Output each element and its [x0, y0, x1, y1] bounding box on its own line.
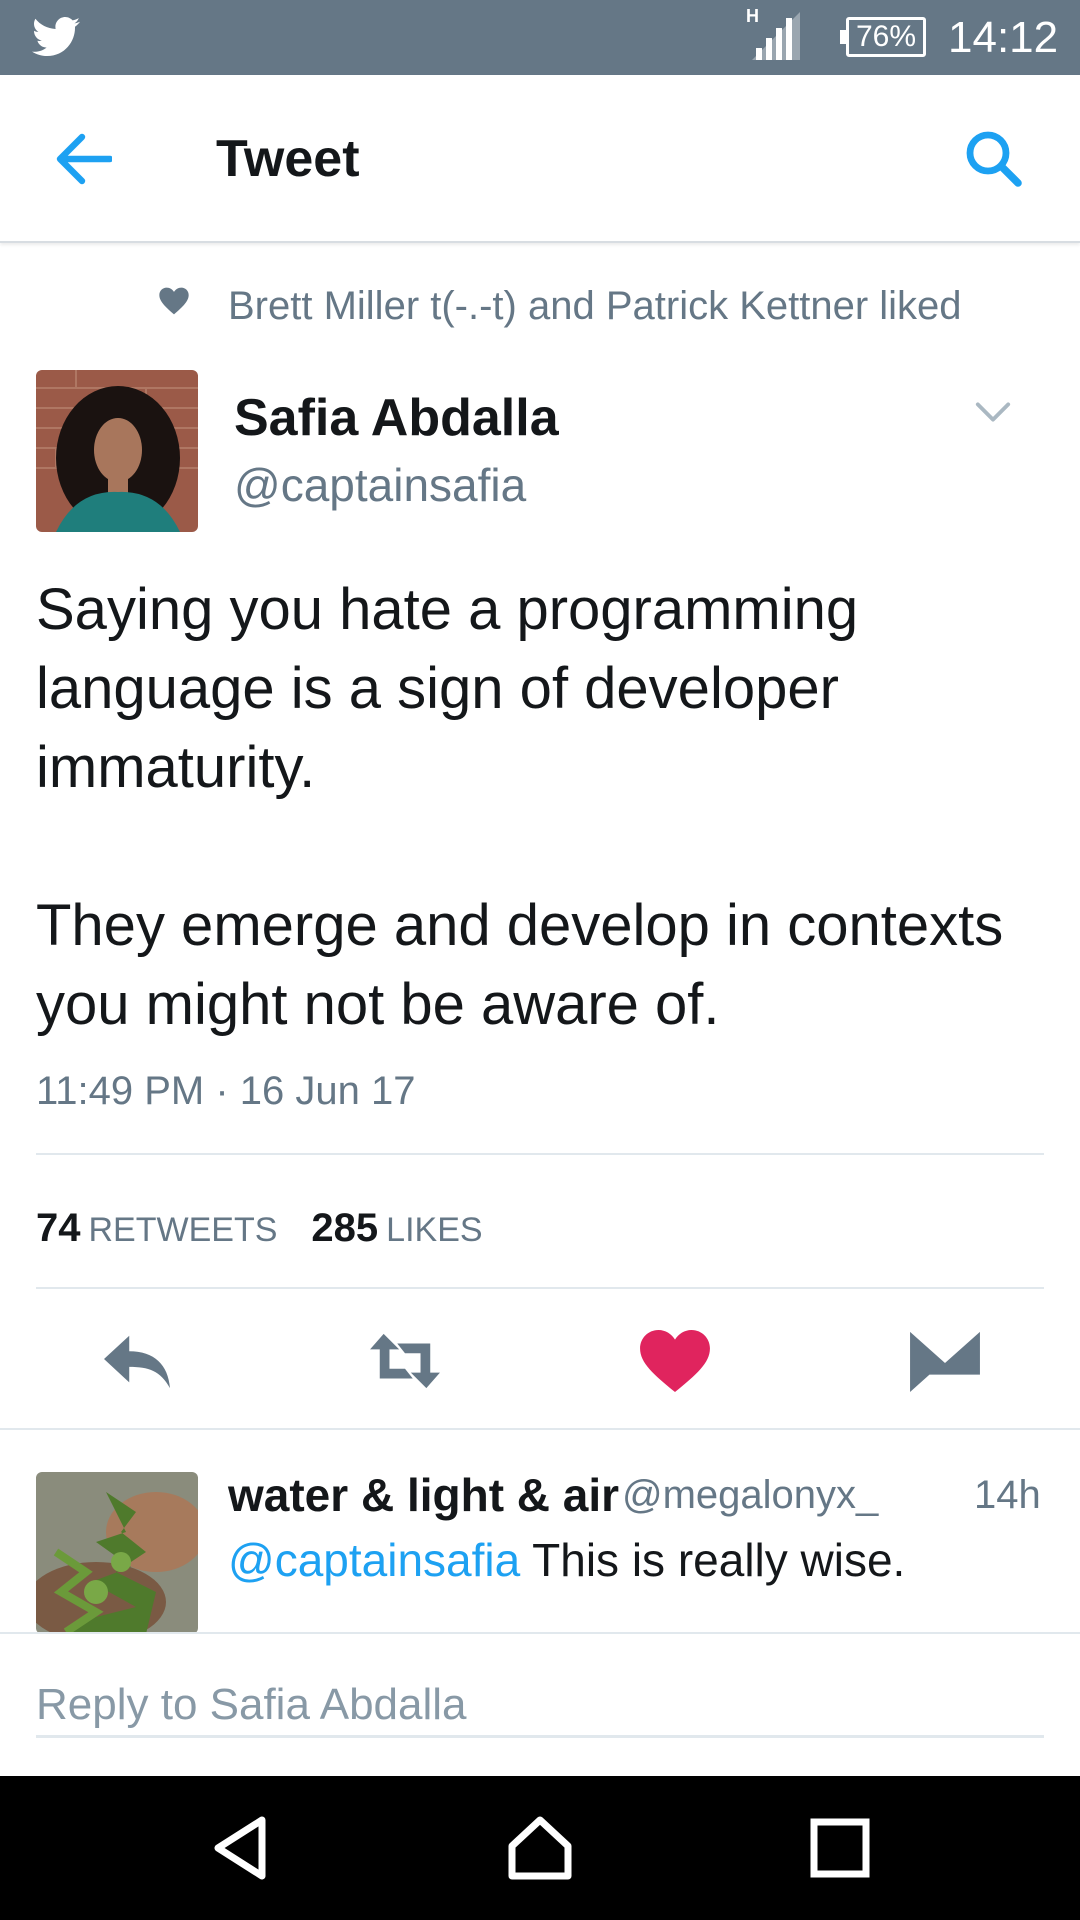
search-icon[interactable] — [964, 129, 1024, 189]
divider — [36, 1153, 1044, 1155]
tweet-text: Saying you hate a programming language i… — [36, 577, 1004, 1037]
system-nav-bar — [0, 1776, 1080, 1920]
reply-mention[interactable]: @captainsafia — [228, 1534, 520, 1586]
signal-strength-icon — [752, 12, 800, 60]
reply-body: This is really wise. — [520, 1534, 906, 1586]
avatar-photo — [36, 370, 198, 532]
nav-home-icon[interactable] — [504, 1812, 576, 1884]
nav-recents-icon[interactable] — [804, 1812, 876, 1884]
reply-input[interactable] — [36, 1674, 1044, 1738]
author-handle[interactable]: @captainsafia — [234, 456, 526, 514]
retweet-icon[interactable] — [366, 1328, 444, 1394]
author-avatar[interactable] — [36, 370, 198, 532]
retweets-stat[interactable]: 74 RETWEETS — [36, 1206, 311, 1250]
reply-author-handle[interactable]: @megalonyx_ — [622, 1466, 878, 1524]
battery-indicator: 76% — [840, 17, 926, 57]
reply-icon[interactable] — [98, 1328, 176, 1394]
envelope-icon[interactable] — [906, 1328, 984, 1394]
tweet-timestamp: 11:49 PM · 16 Jun 17 — [36, 1069, 416, 1113]
reply-time: 14h — [974, 1473, 1041, 1517]
status-bar: H 76% 14:12 — [0, 0, 1080, 75]
retweets-count: 74 — [36, 1206, 81, 1250]
likes-count: 285 — [311, 1206, 379, 1250]
back-arrow-icon[interactable] — [56, 133, 112, 185]
status-time: 14:12 — [948, 13, 1059, 62]
app-bar: Tweet — [0, 75, 1080, 243]
page-title: Tweet — [216, 130, 360, 188]
retweets-label: RETWEETS — [88, 1211, 278, 1249]
divider — [36, 1287, 1044, 1289]
likes-label: LIKES — [386, 1211, 483, 1249]
reply-author-name[interactable]: water & light & air — [228, 1466, 619, 1524]
chevron-down-icon[interactable] — [974, 398, 1012, 426]
heart-icon[interactable] — [636, 1328, 714, 1394]
tweet-stats: 74 RETWEETS 285 LIKES — [36, 1196, 517, 1260]
social-context-text: Brett Miller t(-.-t) and Patrick Kettner… — [228, 284, 962, 328]
author-name[interactable]: Safia Abdalla — [234, 386, 559, 450]
heart-icon — [159, 287, 189, 315]
reply-text[interactable]: @captainsafia This is really wise. — [228, 1530, 905, 1590]
tweet-actions — [0, 1290, 1080, 1430]
nav-back-icon[interactable] — [206, 1812, 278, 1884]
reply-composer — [0, 1632, 1080, 1776]
avatar-photo — [36, 1472, 198, 1634]
social-context[interactable]: Brett Miller t(-.-t) and Patrick Kettner… — [0, 280, 1080, 340]
twitter-bird-icon — [32, 17, 80, 56]
likes-stat[interactable]: 285 LIKES — [311, 1206, 516, 1250]
reply-author-avatar[interactable] — [36, 1472, 198, 1634]
